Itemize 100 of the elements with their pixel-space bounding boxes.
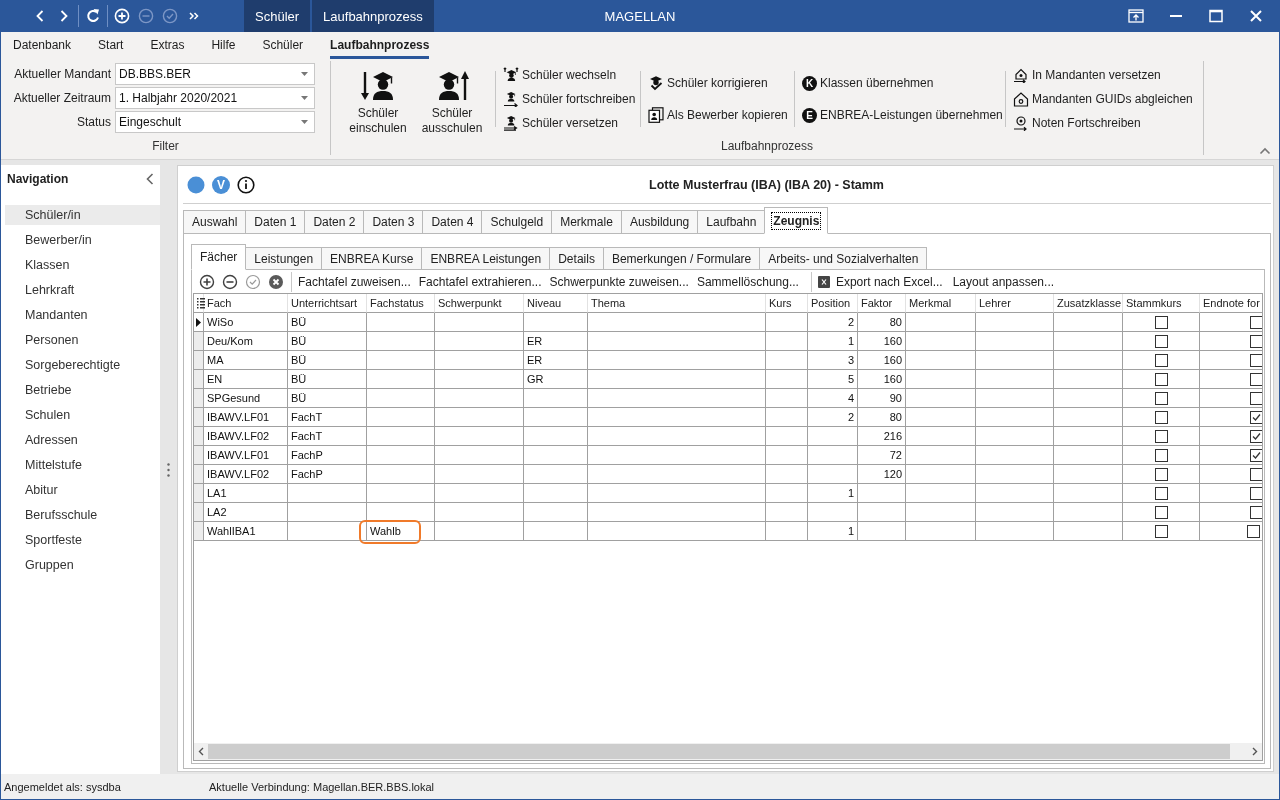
column-header[interactable]: Lehrer — [976, 294, 1054, 313]
nav-item[interactable]: Sorgeberechtigte — [5, 355, 160, 375]
column-header[interactable]: Thema — [588, 294, 766, 313]
nav-item[interactable]: Berufsschule — [5, 505, 160, 525]
checkbox[interactable] — [1154, 524, 1168, 538]
tab[interactable]: Merkmale — [551, 210, 622, 234]
menu-tab[interactable]: Start — [98, 32, 124, 59]
checkbox[interactable] — [1154, 486, 1168, 500]
tab[interactable]: Daten 3 — [363, 210, 424, 234]
checkbox[interactable] — [1250, 486, 1262, 500]
checkbox[interactable] — [1154, 448, 1168, 462]
nav-item[interactable]: Adressen — [5, 430, 160, 450]
dropdown-field[interactable]: Eingeschult — [115, 111, 315, 133]
ribbon-button[interactable]: Schüler versetzen — [503, 113, 640, 133]
tab[interactable]: Daten 1 — [245, 210, 306, 234]
checkbox[interactable] — [1250, 372, 1262, 386]
column-header[interactable]: Fach — [204, 294, 288, 313]
column-header[interactable]: Schwerpunkt — [435, 294, 524, 313]
toolbar-button[interactable]: Export nach Excel... — [817, 275, 943, 289]
toolbar-button[interactable]: Fachtafel extrahieren... — [418, 275, 542, 289]
tab[interactable]: Details — [549, 247, 604, 270]
nav-item[interactable]: Lehrkraft — [5, 280, 160, 300]
checkbox[interactable] — [1250, 334, 1262, 348]
column-header[interactable]: Position — [808, 294, 858, 313]
ribbon-button[interactable]: Schüler fortschreiben — [503, 89, 640, 109]
ribbon-button[interactable]: Schüler korrigieren — [648, 73, 794, 93]
scrollbar-thumb[interactable] — [208, 744, 1230, 759]
tab[interactable]: Fächer — [191, 244, 247, 270]
checkbox[interactable] — [1250, 353, 1262, 367]
ribbon-button[interactable]: E ENBREA-Leistungen übernehmen — [802, 105, 1005, 125]
column-header[interactable]: Niveau — [524, 294, 588, 313]
ribbon-button[interactable]: In Mandanten versetzen — [1013, 65, 1203, 85]
horizontal-scrollbar[interactable] — [194, 743, 1262, 760]
tab[interactable]: ENBREA Leistungen — [421, 247, 551, 270]
toolbar-button[interactable]: Schwerpunkte zuweisen... — [549, 275, 689, 289]
dropdown-field[interactable]: 1. Halbjahr 2020/2021 — [115, 87, 315, 109]
ribbon-button[interactable]: Schüler wechseln — [503, 65, 640, 85]
checkbox[interactable] — [1154, 315, 1168, 329]
column-header[interactable]: Endnote for — [1200, 294, 1262, 313]
toolbar-button[interactable]: Sammellöschung... — [696, 275, 799, 289]
checkbox[interactable] — [1154, 429, 1168, 443]
column-header[interactable]: Faktor — [858, 294, 906, 313]
ribbon-button[interactable]: Mandanten GUIDs abgleichen — [1013, 89, 1203, 109]
checkbox[interactable] — [1250, 467, 1262, 481]
checkbox[interactable] — [1154, 410, 1168, 424]
tab[interactable]: Daten 4 — [422, 210, 483, 234]
nav-item[interactable]: Abitur — [5, 480, 160, 500]
column-header[interactable]: Unterrichtsart — [288, 294, 367, 313]
nav-item[interactable]: Betriebe — [5, 380, 160, 400]
column-header[interactable]: Stammkurs — [1123, 294, 1200, 313]
context-tab[interactable]: Schüler — [244, 0, 311, 32]
tab[interactable]: Daten 2 — [304, 210, 365, 234]
row-header[interactable] — [194, 313, 204, 332]
tab[interactable]: Zeugnis — [764, 207, 829, 234]
checkbox[interactable] — [1154, 353, 1168, 367]
tab[interactable]: Bemerkungen / Formulare — [602, 247, 761, 270]
column-header[interactable]: Zusatzklasse — [1054, 294, 1123, 313]
checkbox[interactable] — [1250, 448, 1262, 462]
column-header[interactable]: Fachstatus — [367, 294, 435, 313]
collapse-ribbon-button[interactable] — [1259, 147, 1271, 155]
nav-item[interactable]: Sportfeste — [5, 530, 160, 550]
dropdown-field[interactable]: DB.BBS.BER — [115, 63, 315, 85]
ribbon-button[interactable]: Noten Fortschreiben — [1013, 113, 1203, 133]
menu-tab[interactable]: Schüler — [262, 32, 304, 59]
nav-item[interactable]: Schulen — [5, 405, 160, 425]
tab[interactable]: Ausbildung — [620, 210, 699, 234]
toolbar-button[interactable]: Fachtafel zuweisen... — [298, 275, 411, 289]
menu-tab[interactable]: Datenbank — [13, 32, 72, 59]
tab[interactable]: Arbeits- und Sozialverhalten — [759, 247, 928, 270]
nav-item[interactable]: Mittelstufe — [5, 455, 160, 475]
checkbox[interactable] — [1250, 391, 1262, 405]
nav-item[interactable]: Bewerber/in — [5, 230, 160, 250]
checkbox[interactable] — [1154, 372, 1168, 386]
tab[interactable]: Laufbahn — [697, 210, 766, 234]
column-header[interactable]: Kurs — [766, 294, 808, 313]
checkbox[interactable] — [1154, 505, 1168, 519]
large-ribbon-button[interactable]: Schüler einschulen — [345, 61, 411, 137]
tab[interactable]: ENBREA Kurse — [321, 247, 423, 270]
checkbox[interactable] — [1154, 467, 1168, 481]
checkbox[interactable] — [1250, 429, 1262, 443]
menu-tab[interactable]: Laufbahnprozess — [330, 32, 430, 59]
nav-item[interactable]: Personen — [5, 330, 160, 350]
nav-item[interactable]: Klassen — [5, 255, 160, 275]
checkbox[interactable] — [1154, 334, 1168, 348]
menu-tab[interactable]: Hilfe — [211, 32, 236, 59]
checkbox[interactable] — [1250, 315, 1262, 329]
large-ribbon-button[interactable]: Schüler ausschulen — [419, 61, 485, 137]
ribbon-button[interactable]: K Klassen übernehmen — [802, 73, 1005, 93]
tab[interactable]: Schulgeld — [481, 210, 553, 234]
column-header[interactable]: Merkmal — [906, 294, 976, 313]
checkbox[interactable] — [1250, 505, 1262, 519]
collapse-panel-button[interactable] — [146, 173, 154, 185]
ribbon-button[interactable]: Als Bewerber kopieren — [648, 105, 794, 125]
tab[interactable]: Auswahl — [183, 210, 247, 234]
toolbar-button[interactable]: Layout anpassen... — [952, 275, 1055, 289]
nav-item[interactable]: Gruppen — [5, 555, 160, 575]
checkbox[interactable] — [1250, 410, 1262, 424]
checkbox[interactable] — [1247, 524, 1260, 538]
nav-item[interactable]: Mandanten — [5, 305, 160, 325]
tab[interactable]: Leistungen — [245, 247, 323, 270]
